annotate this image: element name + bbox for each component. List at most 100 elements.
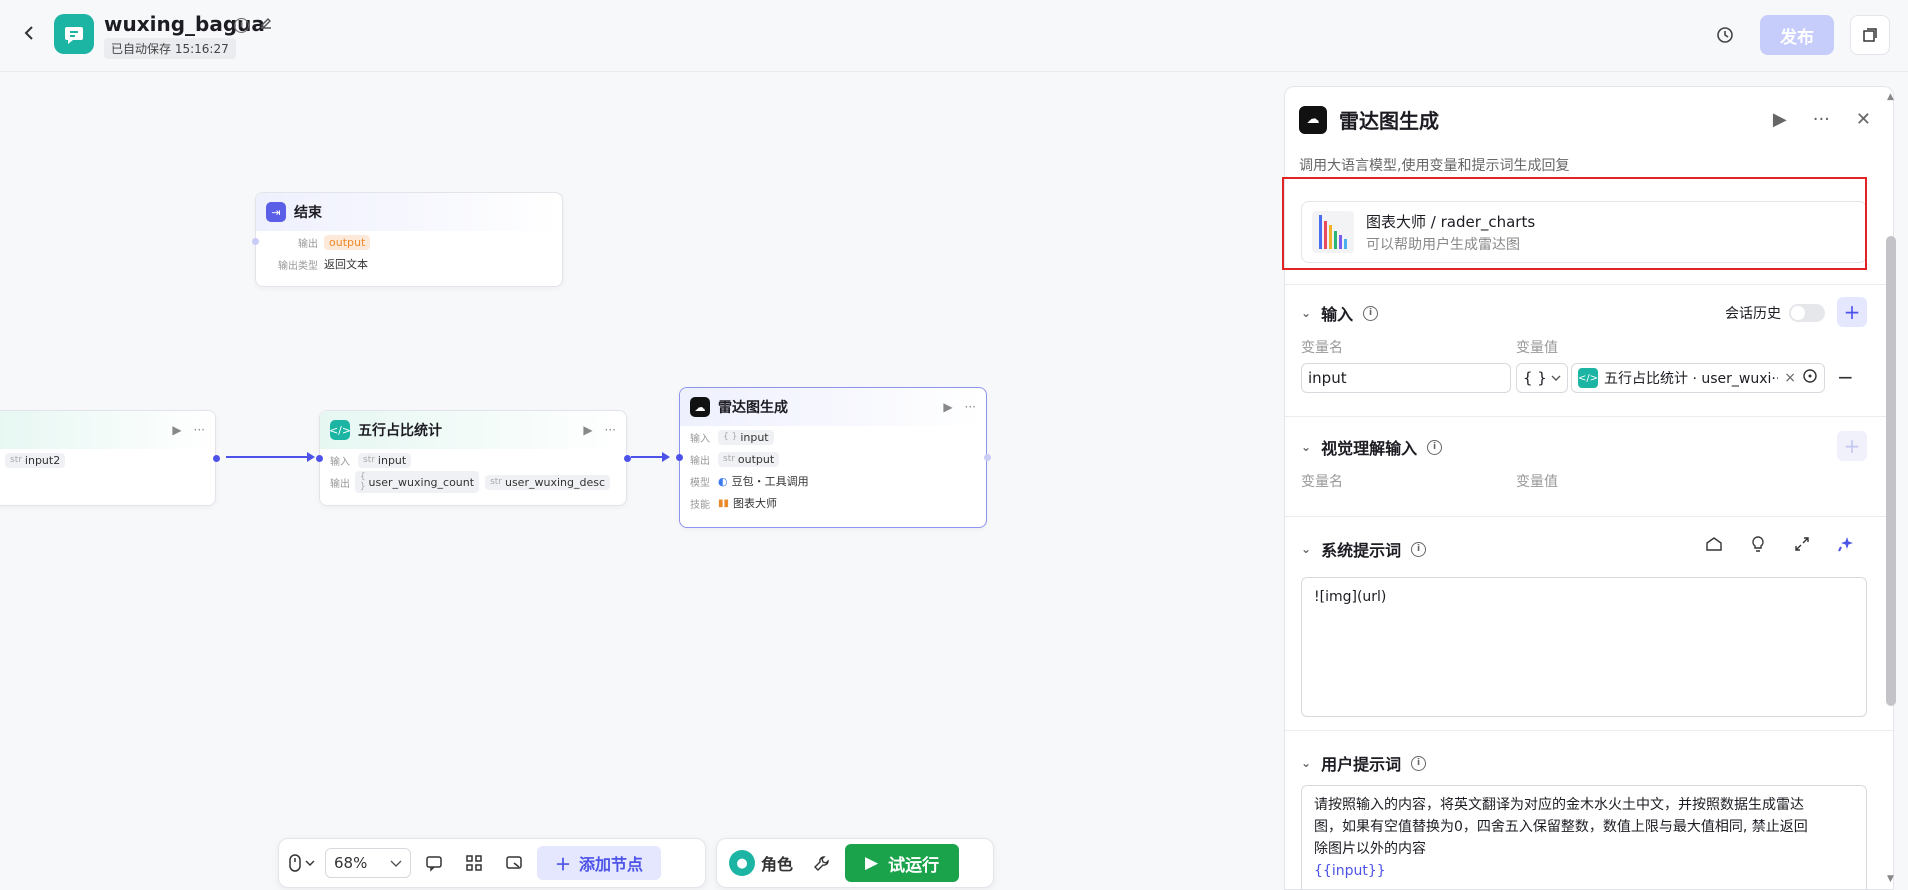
avatar-icon: ● <box>729 850 755 876</box>
end-node-input-port[interactable] <box>252 238 259 245</box>
edge-1 <box>226 456 309 458</box>
output-label: 输出 <box>690 455 710 467</box>
autosave-status: 已自动保存 15:16:27 <box>104 38 236 59</box>
ai-sparkle-icon[interactable] <box>1837 535 1855 557</box>
col-var-name: 变量名 <box>1301 474 1343 490</box>
edge-1-arrow-icon <box>307 452 315 462</box>
edit-icon[interactable] <box>259 16 273 34</box>
end-node-icon: ⇥ <box>266 202 286 222</box>
system-prompt-editor[interactable]: ![img](url) <box>1301 577 1867 717</box>
run-node-icon[interactable]: ▶ <box>583 423 592 437</box>
code-node-icon: </> <box>1578 368 1598 388</box>
skill-value: 图表大师 <box>733 497 778 510</box>
clear-icon[interactable]: × <box>1784 370 1796 386</box>
chevron-down-icon[interactable]: ⌄ <box>1301 756 1311 770</box>
run-node-icon[interactable]: ▶ <box>943 400 952 414</box>
more-icon[interactable]: ··· <box>965 400 976 414</box>
back-arrow-icon[interactable] <box>18 22 40 44</box>
comment-icon[interactable] <box>417 846 451 880</box>
history-toggle[interactable] <box>1789 304 1825 322</box>
template-icon[interactable] <box>1705 535 1723 557</box>
chevron-down-icon[interactable]: ⌄ <box>1301 440 1311 454</box>
role-button[interactable]: ● 角色 <box>723 846 799 880</box>
system-prompt-section: ⌄ 系统提示词 i ![img](url) <box>1285 516 1893 730</box>
end-node-title: 结束 <box>294 205 322 221</box>
close-icon[interactable]: ✕ <box>1856 109 1871 130</box>
col-var-name: 变量名 <box>1301 340 1343 356</box>
col-var-value: 变量值 <box>1516 340 1558 356</box>
output-label: 输出 <box>298 238 318 250</box>
input-label: 输入 <box>330 456 350 468</box>
test-run-button[interactable]: ▶ 试运行 <box>845 844 960 882</box>
highlight-box <box>1282 177 1867 270</box>
output-tag-count: { } user_wuxing_count <box>354 471 480 493</box>
system-prompt-title: 系统提示词 <box>1321 541 1402 560</box>
start-node[interactable]: ▶ ··· str input2 <box>0 410 220 506</box>
output-type-value: 返回文本 <box>324 258 368 271</box>
var-type-select[interactable]: { } <box>1516 363 1568 393</box>
info-icon[interactable]: i <box>234 16 249 34</box>
more-icon[interactable]: ··· <box>194 423 205 437</box>
history-icon[interactable] <box>1712 22 1738 48</box>
canvas-toolbar: 68% ＋ 添加节点 <box>278 838 706 888</box>
expand-icon[interactable] <box>1793 535 1811 557</box>
scroll-down-icon[interactable]: ▼ <box>1887 874 1894 884</box>
mouse-mode-icon[interactable] <box>285 846 319 880</box>
info-icon[interactable]: i <box>1411 541 1427 557</box>
target-icon[interactable] <box>1802 368 1818 388</box>
input-label: 输入 <box>690 433 710 445</box>
chevron-down-icon[interactable]: ⌄ <box>1301 542 1311 556</box>
chart-skill-icon: ▮▮ <box>718 497 730 509</box>
start-node-output-port[interactable] <box>213 455 220 462</box>
add-input-button[interactable]: + <box>1837 297 1867 327</box>
user-prompt-title: 用户提示词 <box>1321 755 1402 774</box>
llm-node-icon: ☁ <box>1299 105 1327 134</box>
info-icon[interactable]: i <box>1363 305 1379 321</box>
col-var-value: 变量值 <box>1516 474 1558 490</box>
bulb-icon[interactable] <box>1749 535 1767 557</box>
input-tag: { } input <box>718 429 774 445</box>
end-node[interactable]: ⇥ 结束 输出 output 输出类型 返回文本 <box>252 192 563 287</box>
radar-node[interactable]: ☁ 雷达图生成 ▶ ··· 输入 { } input 输出 str output 模型… <box>676 387 991 528</box>
wrench-icon[interactable] <box>805 846 839 880</box>
user-prompt-section: ⌄ 用户提示词 i 请按照输入的内容，将英文翻译为对应的金木水火土中文，并按照数… <box>1285 730 1893 889</box>
layout-icon[interactable] <box>457 846 491 880</box>
output-tag: str output <box>718 451 780 467</box>
vision-input-section: ⌄ 视觉理解输入 i + 变量名 变量值 <box>1285 416 1893 516</box>
radar-node-title: 雷达图生成 <box>718 400 788 416</box>
chevron-down-icon <box>390 860 402 867</box>
zoom-select[interactable]: 68% <box>325 848 411 878</box>
panel-title: 雷达图生成 <box>1339 109 1439 133</box>
radar-output-port[interactable] <box>984 454 991 461</box>
user-prompt-editor[interactable]: 请按照输入的内容，将英文翻译为对应的金木水火土中文，并按照数据生成雷达 图，如果… <box>1301 785 1867 889</box>
edge-2 <box>631 456 663 458</box>
run-node-icon[interactable]: ▶ <box>172 423 181 437</box>
more-icon[interactable]: ··· <box>1813 109 1830 130</box>
input-section-title: 输入 <box>1321 305 1354 324</box>
doubao-icon: ◐ <box>718 474 728 488</box>
chevron-down-icon[interactable]: ⌄ <box>1301 306 1311 320</box>
window-icon[interactable] <box>1850 15 1890 55</box>
radar-input-port[interactable] <box>676 454 683 461</box>
zoom-value: 68% <box>334 854 368 872</box>
minimap-icon[interactable] <box>497 846 531 880</box>
add-vision-input-button[interactable]: + <box>1837 431 1867 461</box>
vision-section-title: 视觉理解输入 <box>1321 439 1418 458</box>
run-node-icon[interactable]: ▶ <box>1773 109 1787 130</box>
add-node-button[interactable]: ＋ 添加节点 <box>537 846 662 880</box>
wuxing-input-port[interactable] <box>316 455 323 462</box>
info-icon[interactable]: i <box>1411 755 1427 771</box>
workflow-canvas[interactable]: ⇥ 结束 输出 output 输出类型 返回文本 ▶ ··· str input2 … <box>0 73 1284 890</box>
wuxing-output-port[interactable] <box>624 455 631 462</box>
more-icon[interactable]: ··· <box>605 423 616 437</box>
var-name-input[interactable]: input <box>1301 363 1511 393</box>
publish-button[interactable]: 发布 <box>1760 15 1834 55</box>
var-ref-select[interactable]: </> 五行占比统计 · user_wuxi··· × <box>1571 363 1825 393</box>
wuxing-node-title: 五行占比统计 <box>358 423 442 439</box>
scrollbar-thumb[interactable] <box>1886 236 1896 706</box>
remove-input-icon[interactable]: − <box>1837 365 1854 389</box>
wuxing-node[interactable]: </> 五行占比统计 ▶ ··· 输入 str input 输出 { } user_w… <box>316 410 631 506</box>
scroll-up-icon[interactable]: ▲ <box>1887 92 1894 102</box>
info-icon[interactable]: i <box>1427 439 1443 455</box>
edge-2-arrow-icon <box>662 452 670 462</box>
